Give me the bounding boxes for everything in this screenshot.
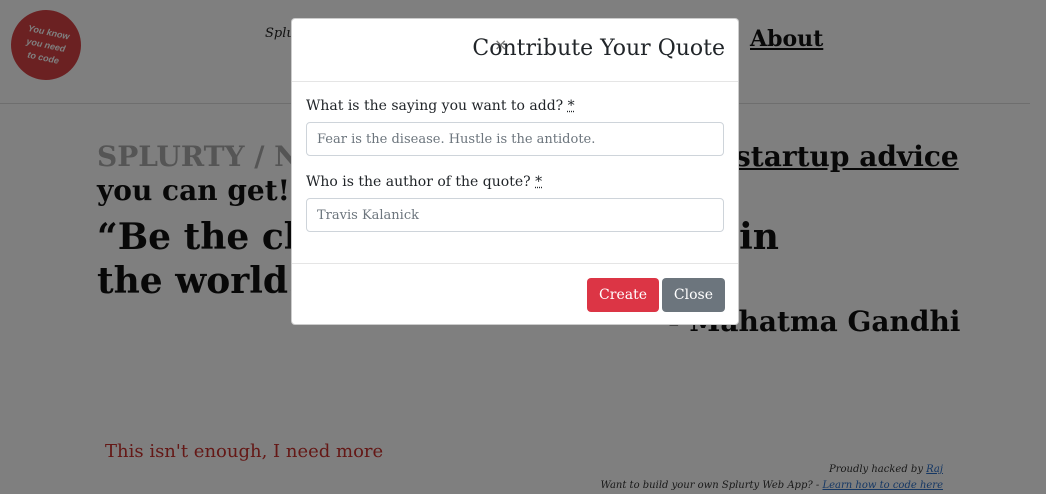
required-mark: * [567,98,575,114]
contribute-quote-modal: × Contribute Your Quote What is the sayi… [291,18,739,325]
saying-input[interactable] [306,122,724,156]
modal-body: What is the saying you want to add? * Wh… [292,82,738,264]
modal-footer: Create Close [292,264,738,326]
author-label-text: Who is the author of the quote? [306,174,531,190]
modal-header: × Contribute Your Quote [292,19,738,82]
author-input[interactable] [306,198,724,232]
saying-label-text: What is the saying you want to add? [306,98,564,114]
author-label: Who is the author of the quote? * [306,174,724,190]
saying-label: What is the saying you want to add? * [306,98,724,114]
close-button[interactable]: Close [661,278,725,312]
required-mark: * [535,174,543,190]
modal-title: Contribute Your Quote [472,36,725,61]
create-button[interactable]: Create [587,278,659,312]
